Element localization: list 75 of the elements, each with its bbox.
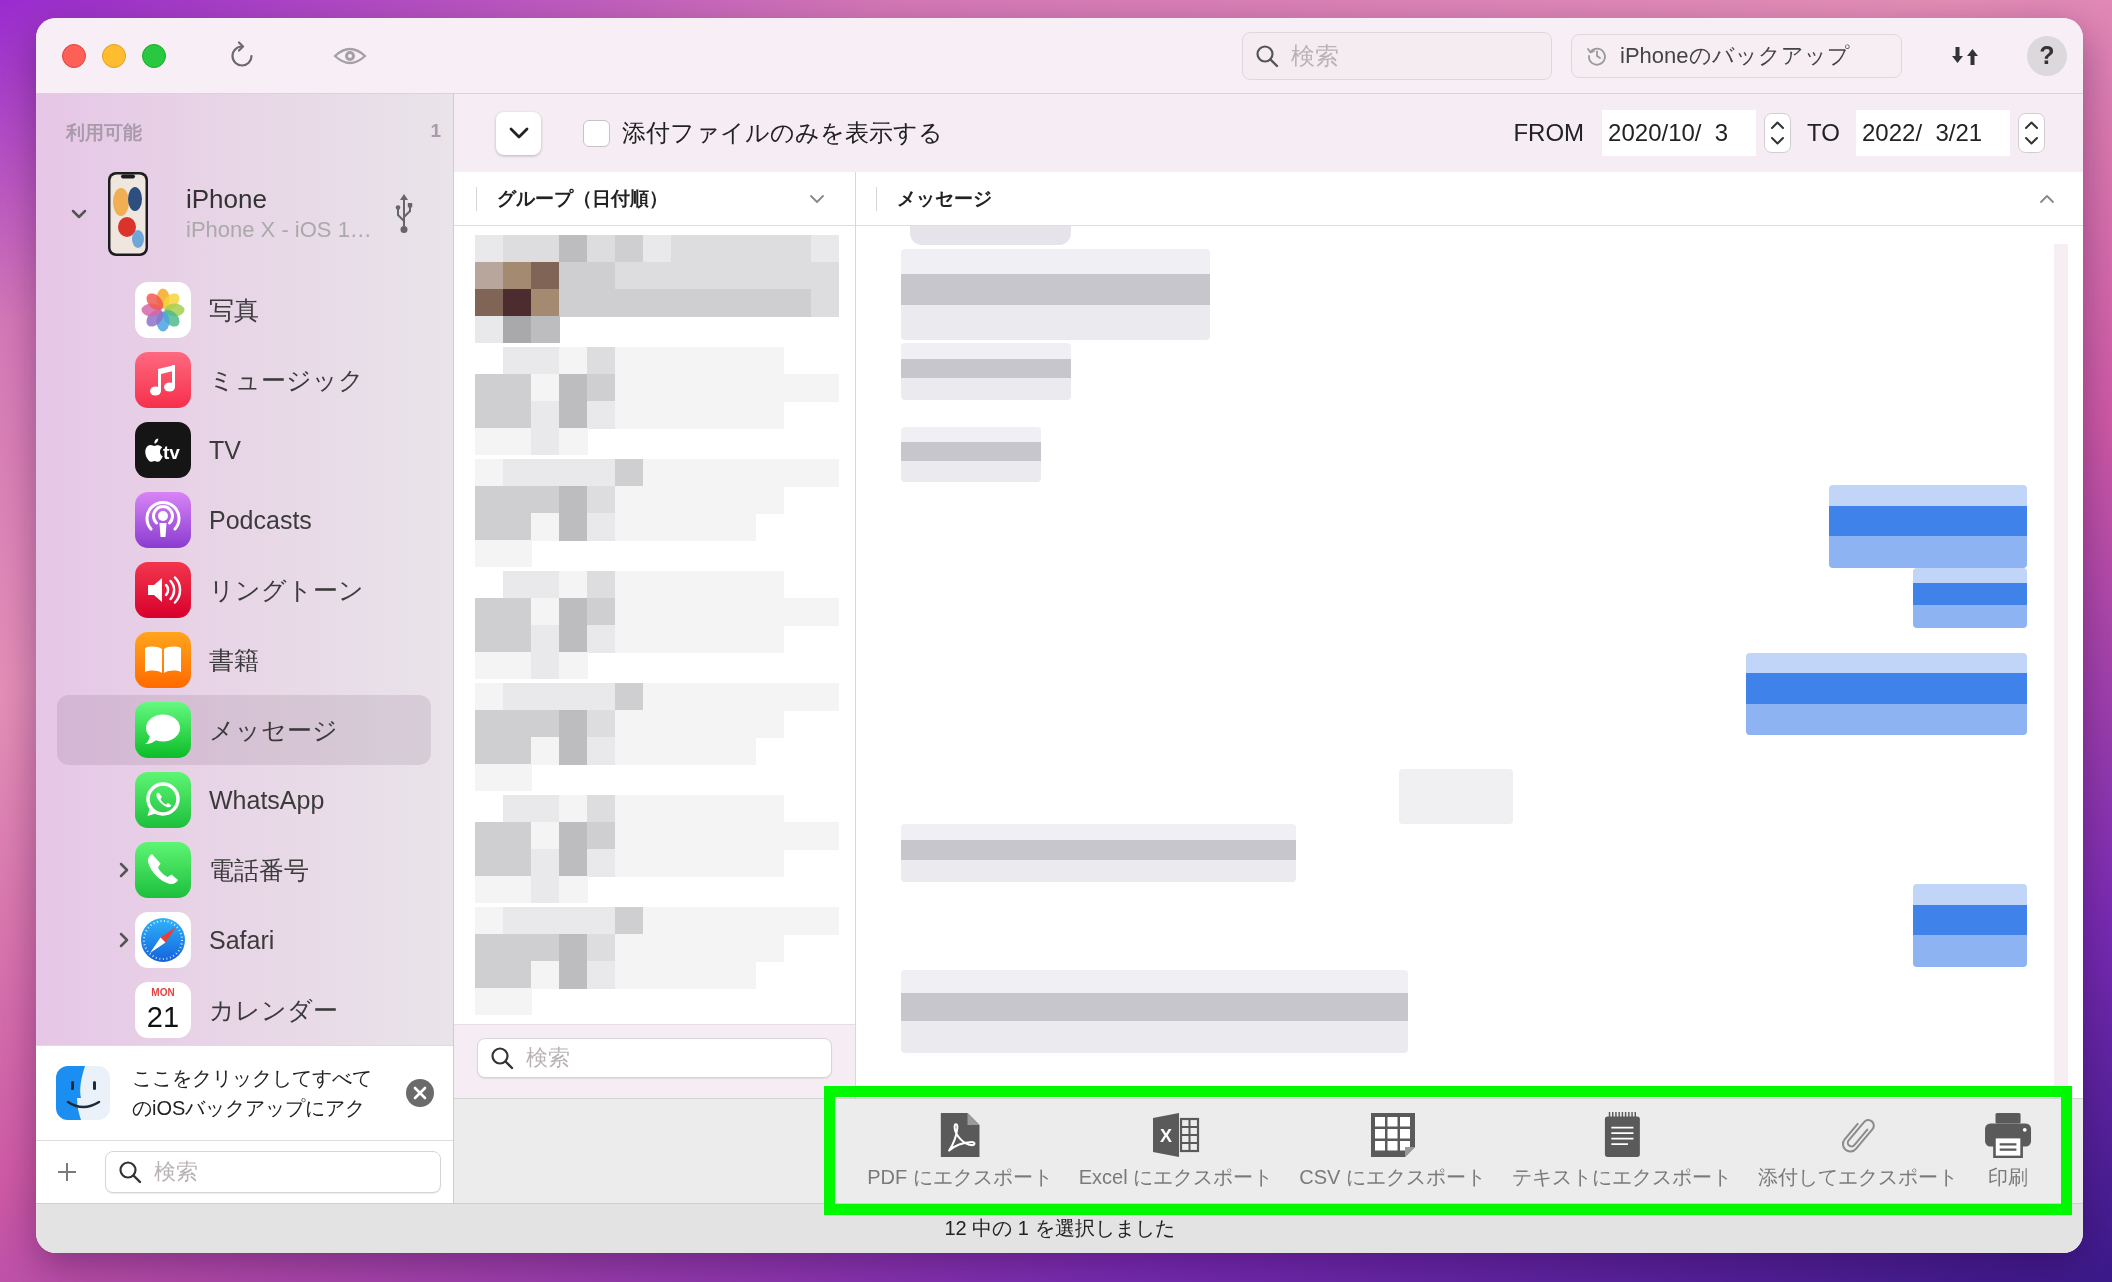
usb-icon (395, 194, 413, 234)
phone-bubble-icon (135, 772, 191, 828)
flower-petals-icon (135, 282, 191, 338)
chevron-down-icon (508, 127, 529, 139)
export-pdf-button[interactable]: PDF にエクスポート (863, 1107, 1057, 1195)
chevron-right-icon[interactable] (119, 862, 129, 878)
smiling-face-icon (56, 1066, 110, 1120)
device-count: 1 (430, 120, 441, 142)
pdf-document-icon (938, 1111, 982, 1158)
from-date-field[interactable]: 2020/10/ 3 (1602, 110, 1757, 156)
sidebar-item[interactable]: 電話番号 (57, 835, 431, 905)
phone-handset-icon (135, 842, 191, 898)
speaker-icon (135, 562, 191, 618)
add-icon[interactable] (57, 1162, 77, 1182)
search-field[interactable]: 検索 (105, 1151, 441, 1193)
pixelated-conversation-drawing[interactable] (475, 235, 839, 343)
chevron-up-icon (2039, 193, 2055, 204)
calendar-icon: MON 21 (135, 982, 191, 1038)
chevron-down-icon (809, 193, 825, 204)
chevron-right-icon[interactable] (119, 932, 129, 948)
export-attachments-button[interactable]: 添付してエクスポート (1753, 1107, 1962, 1195)
attachments-only-label[interactable]: 添付ファイルのみを表示する (622, 117, 943, 149)
sidebar-item[interactable]: Podcasts (57, 485, 431, 555)
sidebar-item[interactable]: Safari (57, 905, 431, 975)
sidebar-item[interactable]: tv TV (57, 415, 431, 485)
date-stepper[interactable] (2018, 113, 2045, 153)
backup-access-banner[interactable]: ここをクリックしてすべて のiOSバックアップにアク (36, 1045, 453, 1140)
dropdown-button[interactable] (496, 111, 541, 155)
search-icon (118, 1160, 142, 1184)
export-text-button[interactable]: テキストにエクスポート (1507, 1107, 1736, 1195)
device-name[interactable]: iPhone (186, 184, 386, 214)
attachments-only-checkbox[interactable] (583, 119, 610, 147)
sidebar-item[interactable]: リングトーン (57, 555, 431, 625)
sidebar-item[interactable]: メッセージ (57, 695, 431, 765)
column-header[interactable]: グループ（日付順） (454, 172, 855, 226)
export-excel-button[interactable]: X Excel にエクスポート (1074, 1107, 1278, 1195)
compass-icon (135, 912, 191, 968)
search-icon (490, 1046, 514, 1070)
to-date-field[interactable]: 2022/ 3/21 (1856, 110, 2010, 156)
sidebar-item[interactable]: WhatsApp (57, 765, 431, 835)
status-text: 12 中の 1 を選択しました (944, 1216, 1175, 1241)
search-field[interactable]: 検索 (1242, 31, 1552, 80)
close-button[interactable] (62, 43, 86, 68)
scrollbar-track[interactable] (2054, 244, 2068, 1098)
column-header[interactable]: メッセージ (856, 172, 2083, 226)
minimize-button[interactable] (102, 43, 126, 68)
search-icon (1255, 43, 1279, 68)
speech-bubble-icon (135, 702, 191, 758)
backup-button[interactable]: iPhoneのバックアップ (1571, 33, 1902, 78)
help-button[interactable]: ? (2027, 35, 2067, 76)
notepad-icon (1603, 1111, 1641, 1158)
open-book-icon (135, 632, 191, 688)
podcast-icon (135, 492, 191, 548)
search-field[interactable]: 検索 (477, 1038, 832, 1078)
sidebar-item[interactable]: 写真 (57, 275, 431, 345)
section-title: 利用可能 (66, 121, 142, 145)
smartphone-icon (108, 172, 148, 256)
printer-icon (1983, 1111, 2032, 1158)
banner-text: ここをクリックしてすべて のiOSバックアップにアク (132, 1066, 373, 1121)
transfer-arrows-icon[interactable] (1951, 44, 1979, 67)
export-csv-button[interactable]: CSV にエクスポート (1295, 1107, 1490, 1195)
date-stepper[interactable] (1764, 113, 1792, 153)
table-grid-icon (1369, 1111, 1416, 1158)
sidebar-item[interactable]: MON 21 カレンダー (57, 975, 431, 1045)
to-label: TO (1807, 119, 1840, 147)
music-note-icon (135, 352, 191, 408)
device-subtitle: iPhone X - iOS 1… (186, 216, 373, 244)
zoom-button[interactable] (142, 43, 166, 68)
chevron-down-icon[interactable] (71, 209, 87, 219)
from-label: FROM (1513, 119, 1585, 147)
sidebar-item[interactable]: ミュージック (57, 345, 431, 415)
tv-icon: tv (135, 422, 191, 478)
sidebar-item[interactable]: 書籍 (57, 625, 431, 695)
close-icon[interactable] (406, 1079, 434, 1107)
print-button[interactable]: 印刷 (1979, 1107, 2036, 1195)
